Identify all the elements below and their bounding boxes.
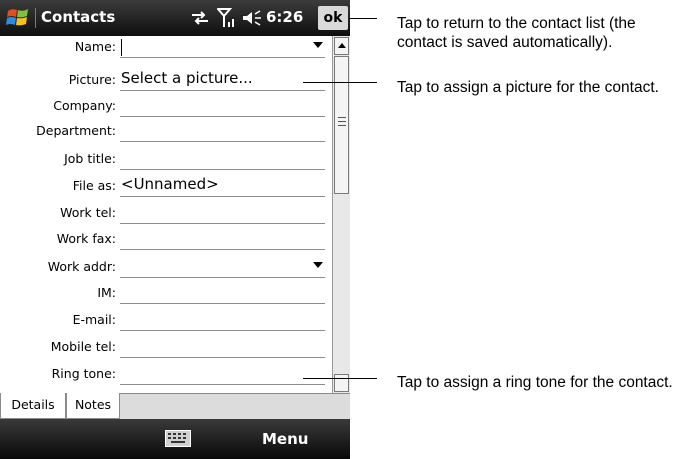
title-separator <box>35 8 36 28</box>
field-label: Ring tone: <box>51 366 116 381</box>
work-tel-field[interactable]: Work tel: <box>0 202 332 224</box>
field-underline <box>120 141 325 142</box>
field-underline <box>120 357 325 358</box>
field-label: Department: <box>36 123 116 138</box>
dropdown-arrow-icon[interactable] <box>313 262 323 268</box>
field-label: Mobile tel: <box>50 339 116 354</box>
name-field[interactable]: Name: <box>0 36 332 58</box>
tab-bar: Details Notes <box>0 393 350 419</box>
clock: 6:26 <box>266 8 304 26</box>
field-underline <box>120 90 325 91</box>
field-underline <box>120 277 325 278</box>
signal-icon[interactable] <box>217 7 237 29</box>
field-label: Name: <box>74 39 116 54</box>
contact-form: Name: Picture: Select a picture... Compa… <box>0 36 332 394</box>
field-underline <box>120 57 325 58</box>
callout-line-picture <box>303 82 377 83</box>
field-underline <box>120 196 325 197</box>
mobile-tel-field[interactable]: Mobile tel: <box>0 336 332 358</box>
field-label: Work fax: <box>56 231 116 246</box>
field-label: Picture: <box>68 72 116 87</box>
grip-icon <box>338 117 346 126</box>
scroll-thumb[interactable] <box>334 56 349 194</box>
field-underline <box>120 384 325 385</box>
field-underline <box>120 169 325 170</box>
field-label: Job title: <box>64 151 116 166</box>
field-label: Company: <box>53 98 116 113</box>
field-label: Work addr: <box>47 259 116 274</box>
job-title-field[interactable]: Job title: <box>0 148 332 170</box>
field-label: E-mail: <box>72 312 116 327</box>
picture-field[interactable]: Picture: Select a picture... <box>0 69 332 91</box>
work-addr-field[interactable]: Work addr: <box>0 256 332 278</box>
scroll-down-button[interactable] <box>334 374 349 392</box>
text-cursor <box>121 39 122 56</box>
field-underline <box>120 330 325 331</box>
title-bar: Contacts 6:26 ok <box>0 0 350 36</box>
field-label: Work tel: <box>60 205 116 220</box>
app-title: Contacts <box>41 8 116 26</box>
company-field[interactable]: Company: <box>0 95 332 117</box>
callout-picture-text: Tap to assign a picture for the contact. <box>397 79 659 96</box>
work-fax-field[interactable]: Work fax: <box>0 228 332 250</box>
device-screen: Contacts 6:26 ok Name: Picture: Select a… <box>0 0 350 459</box>
softkey-bar: Menu <box>0 419 350 459</box>
file-as-field[interactable]: File as: <Unnamed> <box>0 175 332 197</box>
ok-button[interactable]: ok <box>318 6 348 30</box>
dropdown-arrow-icon[interactable] <box>313 42 323 48</box>
callout-line-ok <box>349 18 377 19</box>
field-underline <box>120 223 325 224</box>
field-label: File as: <box>72 178 116 193</box>
tab-notes[interactable]: Notes <box>66 393 120 419</box>
vertical-scrollbar[interactable] <box>332 36 350 393</box>
menu-softkey[interactable]: Menu <box>262 430 308 448</box>
callout-ring-tone-text: Tap to assign a ring tone for the contac… <box>397 374 673 391</box>
email-field[interactable]: E-mail: <box>0 309 332 331</box>
field-value[interactable]: Select a picture... <box>121 69 253 87</box>
callout-ok-text: Tap to return to the contact list (the c… <box>397 15 636 51</box>
field-underline <box>120 249 325 250</box>
field-label: IM: <box>97 285 116 300</box>
tab-details[interactable]: Details <box>0 393 66 419</box>
field-underline <box>120 116 325 117</box>
volume-icon[interactable] <box>241 7 263 29</box>
ring-tone-field[interactable]: Ring tone: <box>0 363 332 385</box>
field-underline <box>120 303 325 304</box>
keyboard-icon[interactable] <box>165 430 191 447</box>
connectivity-icon[interactable] <box>189 7 211 29</box>
scroll-up-arrow-icon[interactable] <box>334 37 349 55</box>
im-field[interactable]: IM: <box>0 282 332 304</box>
department-field[interactable]: Department: <box>0 120 332 142</box>
windows-start-icon[interactable] <box>5 5 31 31</box>
field-value[interactable]: <Unnamed> <box>121 175 219 193</box>
callout-line-ring-tone <box>303 378 377 379</box>
